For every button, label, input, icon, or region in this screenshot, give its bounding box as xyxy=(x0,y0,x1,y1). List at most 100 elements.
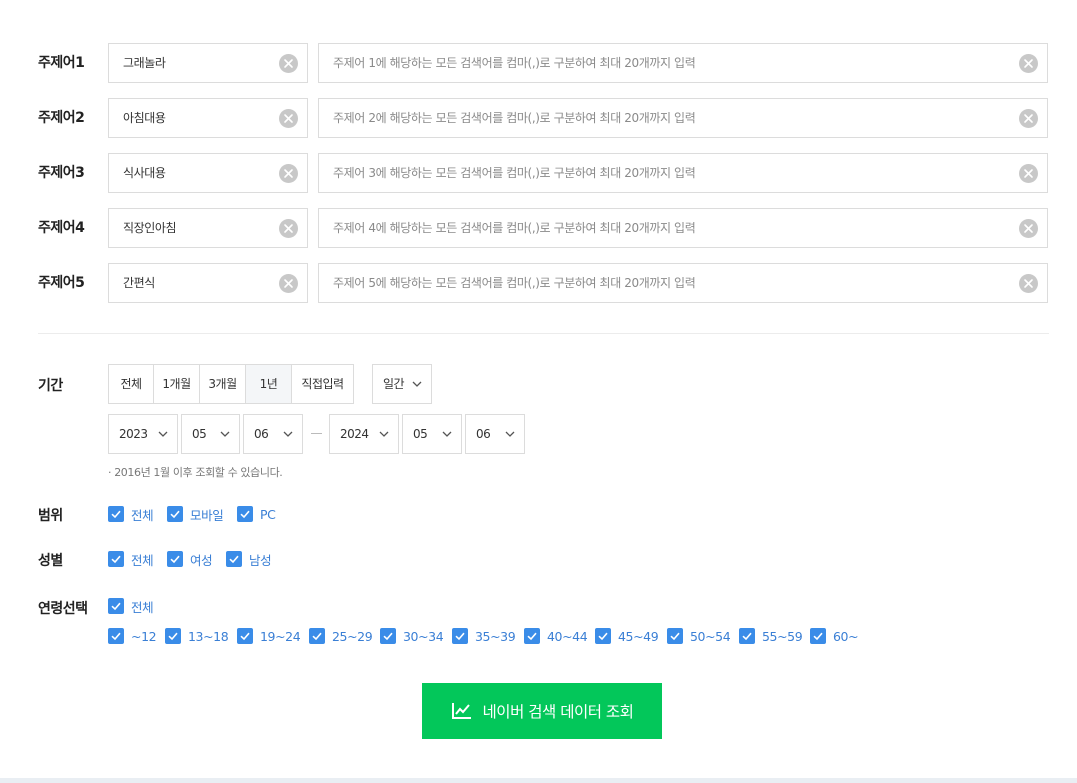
topic-label: 주제어5 xyxy=(38,275,85,291)
start-year-select[interactable]: 2023 xyxy=(108,414,178,454)
topic-name-value: 그래놀라 xyxy=(123,56,166,70)
checkbox-checked-icon[interactable] xyxy=(108,551,124,567)
topic-keywords-input[interactable]: 주제어 1에 해당하는 모든 검색어를 컴마(,)로 구분하여 최대 20개까지… xyxy=(318,43,1048,83)
chevron-down-icon xyxy=(283,431,293,437)
period-button-group: 전체 1개월 3개월 1년 직접입력 xyxy=(108,364,354,404)
start-day-value: 06 xyxy=(254,427,269,441)
age-checkbox-40-44[interactable]: 40~44 xyxy=(524,628,588,644)
checkbox-checked-icon[interactable] xyxy=(810,628,826,644)
clear-icon[interactable] xyxy=(1019,164,1038,183)
gender-checkbox-male[interactable]: 남성 xyxy=(226,551,272,568)
checkbox-checked-icon[interactable] xyxy=(237,628,253,644)
scope-checkbox-pc[interactable]: PC xyxy=(237,506,276,522)
age-checkbox-25-29[interactable]: 25~29 xyxy=(309,628,373,644)
topic-keywords-input[interactable]: 주제어 2에 해당하는 모든 검색어를 컴마(,)로 구분하여 최대 20개까지… xyxy=(318,98,1048,138)
clear-icon[interactable] xyxy=(1019,109,1038,128)
checkbox-label: PC xyxy=(260,506,276,522)
period-1year-button[interactable]: 1년 xyxy=(246,365,292,403)
checkbox-checked-icon[interactable] xyxy=(108,506,124,522)
period-custom-button[interactable]: 직접입력 xyxy=(292,365,353,403)
search-data-button[interactable]: 네이버 검색 데이터 조회 xyxy=(422,683,662,739)
topic-keywords-input[interactable]: 주제어 3에 해당하는 모든 검색어를 컴마(,)로 구분하여 최대 20개까지… xyxy=(318,153,1048,193)
age-checkbox-all[interactable]: 전체 xyxy=(108,598,154,615)
checkbox-checked-icon[interactable] xyxy=(167,551,183,567)
checkbox-label: 35~39 xyxy=(475,628,516,644)
clear-icon[interactable] xyxy=(1019,54,1038,73)
age-checkbox-60-plus[interactable]: 60~ xyxy=(810,628,859,644)
checkbox-label: 모바일 xyxy=(190,507,224,523)
checkbox-checked-icon[interactable] xyxy=(380,628,396,644)
checkbox-label: 50~54 xyxy=(690,628,731,644)
topic-row-1: 주제어1 그래놀라 주제어 1에 해당하는 모든 검색어를 컴마(,)로 구분하… xyxy=(0,43,1077,83)
start-year-value: 2023 xyxy=(119,427,148,441)
checkbox-checked-icon[interactable] xyxy=(452,628,468,644)
clear-icon[interactable] xyxy=(1019,219,1038,238)
checkbox-checked-icon[interactable] xyxy=(595,628,611,644)
keywords-placeholder: 주제어 2에 해당하는 모든 검색어를 컴마(,)로 구분하여 최대 20개까지… xyxy=(333,111,696,125)
start-month-select[interactable]: 05 xyxy=(181,414,240,454)
period-3month-button[interactable]: 3개월 xyxy=(200,365,246,403)
topic-name-input[interactable]: 그래놀라 xyxy=(108,43,308,83)
topic-name-value: 식사대용 xyxy=(123,166,166,180)
start-month-value: 05 xyxy=(192,427,207,441)
checkbox-checked-icon[interactable] xyxy=(108,628,124,644)
checkbox-checked-icon[interactable] xyxy=(226,551,242,567)
clear-icon[interactable] xyxy=(279,54,298,73)
keywords-placeholder: 주제어 5에 해당하는 모든 검색어를 컴마(,)로 구분하여 최대 20개까지… xyxy=(333,276,696,290)
period-1month-button[interactable]: 1개월 xyxy=(154,365,200,403)
topic-label: 주제어3 xyxy=(38,165,85,181)
topic-label: 주제어1 xyxy=(38,55,85,71)
age-checkbox-45-49[interactable]: 45~49 xyxy=(595,628,659,644)
clear-icon[interactable] xyxy=(1019,274,1038,293)
topic-name-input[interactable]: 아침대용 xyxy=(108,98,308,138)
age-checkbox-under12[interactable]: ~12 xyxy=(108,628,157,644)
age-checkbox-13-18[interactable]: 13~18 xyxy=(165,628,229,644)
topic-name-input[interactable]: 간편식 xyxy=(108,263,308,303)
scope-checkbox-all[interactable]: 전체 xyxy=(108,506,154,523)
topic-keywords-input[interactable]: 주제어 4에 해당하는 모든 검색어를 컴마(,)로 구분하여 최대 20개까지… xyxy=(318,208,1048,248)
page-bottom-bar xyxy=(0,778,1077,783)
interval-select[interactable]: 일간 xyxy=(372,364,432,404)
gender-checkbox-female[interactable]: 여성 xyxy=(167,551,213,568)
checkbox-checked-icon[interactable] xyxy=(667,628,683,644)
checkbox-label: 60~ xyxy=(833,628,859,644)
age-checkbox-30-34[interactable]: 30~34 xyxy=(380,628,444,644)
checkbox-label: 전체 xyxy=(131,507,154,523)
clear-icon[interactable] xyxy=(279,274,298,293)
end-day-value: 06 xyxy=(476,427,491,441)
checkbox-label: ~12 xyxy=(131,628,157,644)
topic-name-input[interactable]: 식사대용 xyxy=(108,153,308,193)
checkbox-label: 55~59 xyxy=(762,628,803,644)
end-month-select[interactable]: 05 xyxy=(402,414,462,454)
checkbox-checked-icon[interactable] xyxy=(108,598,124,614)
scope-checkbox-mobile[interactable]: 모바일 xyxy=(167,506,224,523)
period-note: · 2016년 1월 이후 조회할 수 있습니다. xyxy=(108,466,283,479)
checkbox-checked-icon[interactable] xyxy=(309,628,325,644)
age-checkbox-19-24[interactable]: 19~24 xyxy=(237,628,301,644)
checkbox-checked-icon[interactable] xyxy=(165,628,181,644)
age-checkbox-55-59[interactable]: 55~59 xyxy=(739,628,803,644)
topic-name-input[interactable]: 직장인아침 xyxy=(108,208,308,248)
keywords-placeholder: 주제어 3에 해당하는 모든 검색어를 컴마(,)로 구분하여 최대 20개까지… xyxy=(333,166,696,180)
age-checkbox-35-39[interactable]: 35~39 xyxy=(452,628,516,644)
end-day-select[interactable]: 06 xyxy=(465,414,525,454)
end-year-select[interactable]: 2024 xyxy=(329,414,399,454)
checkbox-checked-icon[interactable] xyxy=(739,628,755,644)
chevron-down-icon xyxy=(412,381,422,387)
topic-keywords-input[interactable]: 주제어 5에 해당하는 모든 검색어를 컴마(,)로 구분하여 최대 20개까지… xyxy=(318,263,1048,303)
gender-checkbox-all[interactable]: 전체 xyxy=(108,551,154,568)
topic-row-4: 주제어4 직장인아침 주제어 4에 해당하는 모든 검색어를 컴마(,)로 구분… xyxy=(0,208,1077,248)
checkbox-label: 30~34 xyxy=(403,628,444,644)
period-all-button[interactable]: 전체 xyxy=(109,365,154,403)
clear-icon[interactable] xyxy=(279,164,298,183)
end-year-value: 2024 xyxy=(340,427,369,441)
gender-label: 성별 xyxy=(38,553,63,569)
checkbox-checked-icon[interactable] xyxy=(167,506,183,522)
chevron-down-icon xyxy=(158,431,168,437)
clear-icon[interactable] xyxy=(279,219,298,238)
clear-icon[interactable] xyxy=(279,109,298,128)
checkbox-checked-icon[interactable] xyxy=(524,628,540,644)
start-day-select[interactable]: 06 xyxy=(243,414,303,454)
checkbox-checked-icon[interactable] xyxy=(237,506,253,522)
age-checkbox-50-54[interactable]: 50~54 xyxy=(667,628,731,644)
